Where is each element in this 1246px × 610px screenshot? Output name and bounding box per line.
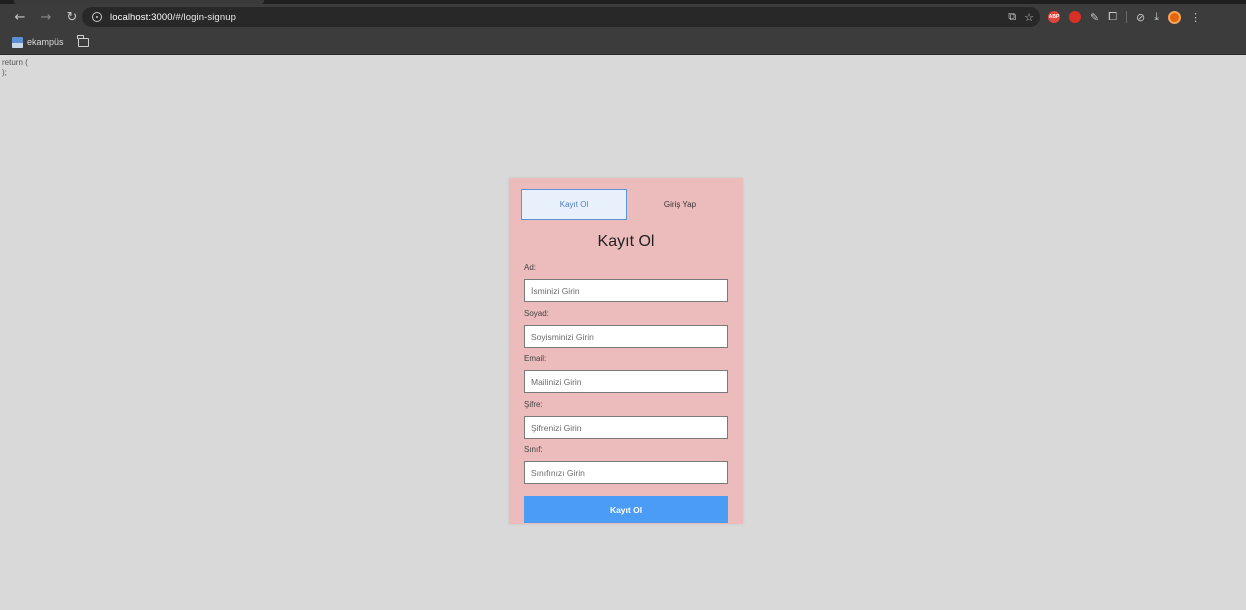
first-name-label: Ad: bbox=[524, 263, 537, 272]
signup-card: Kayıt Ol Giriş Yap Kayıt Ol Ad: Soyad: E… bbox=[509, 178, 743, 524]
eyedropper-icon[interactable]: ✎ bbox=[1090, 11, 1099, 24]
password-label: Şifre: bbox=[524, 400, 543, 409]
extension-icon[interactable] bbox=[1069, 11, 1081, 23]
bookmark-favicon-icon bbox=[12, 36, 23, 48]
tab-signup[interactable]: Kayıt Ol bbox=[521, 189, 627, 220]
signup-submit-button[interactable]: Kayıt Ol bbox=[524, 496, 728, 523]
last-name-label: Soyad: bbox=[524, 309, 549, 318]
menu-kebab-icon[interactable]: ⋮ bbox=[1190, 11, 1201, 24]
class-input[interactable] bbox=[524, 461, 728, 484]
page-content: return ( ); Kayıt Ol Giriş Yap Kayıt Ol … bbox=[0, 56, 1246, 610]
last-name-input[interactable] bbox=[524, 325, 728, 348]
email-label: Email: bbox=[524, 354, 547, 363]
reload-icon[interactable]: ↻ bbox=[62, 7, 82, 27]
class-label: Sınıf: bbox=[524, 445, 543, 454]
bookmark-star-icon[interactable]: ☆ bbox=[1024, 11, 1034, 24]
tab-search-icon[interactable]: ⊘ bbox=[1136, 11, 1145, 24]
email-input[interactable] bbox=[524, 370, 728, 393]
translate-icon[interactable]: ⧉ bbox=[1008, 10, 1016, 24]
form-title: Kayıt Ol bbox=[597, 233, 655, 250]
stray-code-text: ); bbox=[2, 68, 7, 77]
back-arrow-icon[interactable]: ← bbox=[10, 7, 30, 27]
bookmark-folder-icon[interactable] bbox=[77, 35, 89, 47]
profile-avatar[interactable] bbox=[1168, 10, 1182, 24]
download-icon[interactable]: ⤓ bbox=[1154, 10, 1159, 24]
forward-arrow-icon[interactable]: → bbox=[36, 7, 56, 27]
url-text[interactable]: localhost:3000/#/login-signup bbox=[110, 12, 236, 23]
browser-toolbar: ← → ↻ localhost:3000/#/login-signup ⧉ ☆ … bbox=[0, 4, 1246, 30]
bookmark-ekampus[interactable]: ekampüs bbox=[12, 36, 64, 48]
adblock-extension-icon[interactable]: ABP bbox=[1048, 11, 1060, 23]
auth-tabs: Kayıt Ol Giriş Yap bbox=[521, 189, 733, 220]
bookmark-label: ekampüs bbox=[27, 37, 64, 47]
stray-code-text: return ( bbox=[2, 58, 28, 67]
address-bar[interactable]: localhost:3000/#/login-signup ⧉ ☆ bbox=[82, 7, 1040, 27]
password-input[interactable] bbox=[524, 416, 728, 439]
bookmarks-bar: ekampüs bbox=[0, 30, 1246, 55]
tab-login[interactable]: Giriş Yap bbox=[627, 189, 733, 220]
first-name-input[interactable] bbox=[524, 279, 728, 302]
toolbar-divider bbox=[1126, 11, 1128, 23]
extensions-puzzle-icon[interactable]: ⧠ bbox=[1108, 10, 1117, 24]
site-info-icon[interactable] bbox=[87, 7, 107, 27]
